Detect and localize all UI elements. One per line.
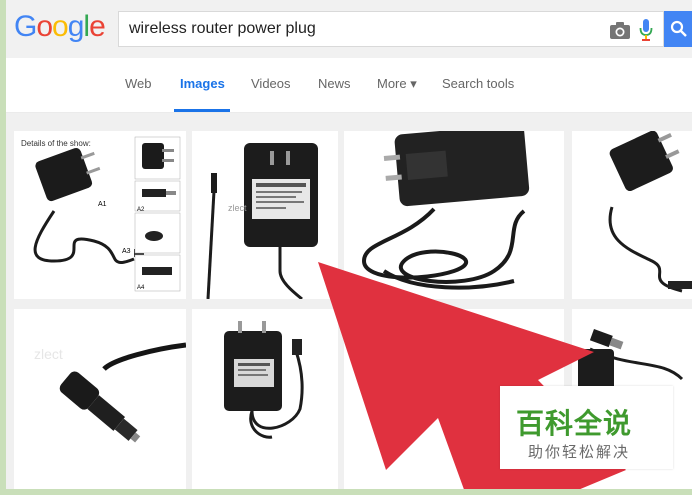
watermark-badge: 百科全说 助你轻松解决 (500, 386, 673, 469)
badge-subtitle: 助你轻松解决 (528, 443, 631, 461)
browser-frame: Google Web Images (6, 0, 692, 489)
badge-title: 百科全说 (516, 407, 633, 440)
